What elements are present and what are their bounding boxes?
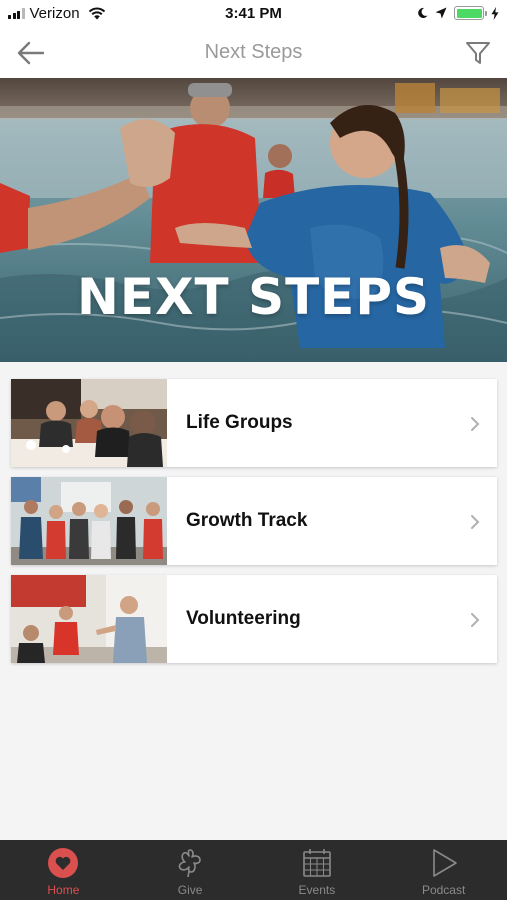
hero-banner: NEXT STEPS: [0, 78, 507, 362]
next-steps-list: Life Groups Growth Track Volunteering: [11, 379, 497, 673]
battery-icon: [454, 6, 487, 20]
tab-label: Home: [47, 883, 80, 897]
volunteering-thumbnail: [11, 575, 167, 663]
page-title: Next Steps: [204, 41, 303, 63]
hero-title: NEXT STEPS: [77, 268, 430, 326]
give-icon: [178, 849, 201, 878]
nav-bar: Next Steps: [0, 28, 507, 78]
tab-home[interactable]: Home: [0, 840, 127, 900]
play-icon: [432, 849, 457, 877]
tab-label: Events: [298, 883, 336, 897]
calendar-icon: [303, 849, 331, 877]
card-volunteering[interactable]: Volunteering: [11, 575, 497, 663]
location-arrow-icon: [435, 7, 447, 19]
tab-label: Give: [177, 883, 203, 897]
status-bar: Verizon 3:41 PM: [0, 0, 507, 28]
charging-bolt-icon: [491, 6, 499, 20]
tab-events[interactable]: Events: [254, 840, 381, 900]
status-right: [417, 6, 499, 20]
tab-give[interactable]: Give: [127, 840, 254, 900]
card-label: Growth Track: [186, 510, 308, 531]
chevron-right-icon: [471, 515, 480, 529]
life-groups-thumbnail: [11, 379, 167, 467]
tab-label: Podcast: [421, 883, 466, 897]
tab-bar: Home Give Events Podcast: [0, 840, 507, 900]
card-life-groups[interactable]: Life Groups: [11, 379, 497, 467]
card-growth-track[interactable]: Growth Track: [11, 477, 497, 565]
card-label: Volunteering: [186, 608, 301, 629]
filter-icon[interactable]: [465, 40, 491, 66]
heart-icon: [48, 848, 79, 878]
chevron-right-icon: [471, 613, 480, 627]
moon-icon: [418, 7, 428, 18]
tab-podcast[interactable]: Podcast: [380, 840, 507, 900]
chevron-right-icon: [471, 417, 480, 431]
growth-track-thumbnail: [11, 477, 167, 565]
card-label: Life Groups: [186, 412, 293, 433]
